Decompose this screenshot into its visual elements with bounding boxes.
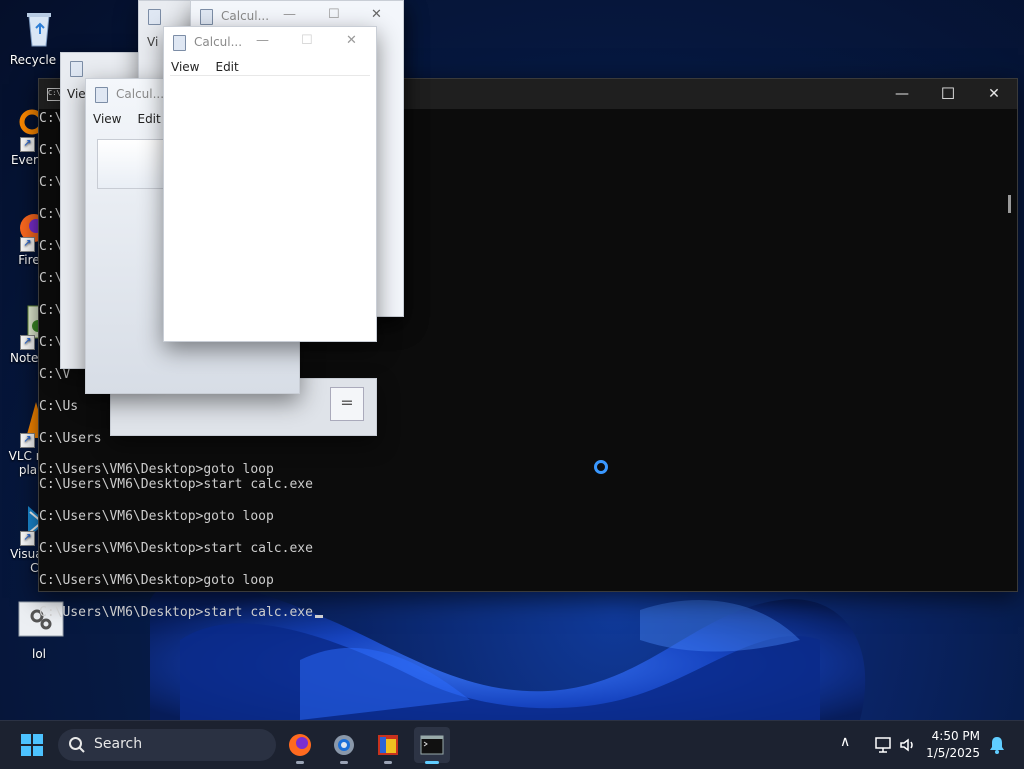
console-line: C:\Users [39, 431, 102, 446]
close-button[interactable]: ✕ [371, 7, 382, 22]
console-line: C:\V [39, 367, 71, 382]
clock-date[interactable]: 1/5/2025 [922, 746, 980, 760]
show-hidden-icons-button[interactable]: ∧ [840, 734, 850, 750]
start-button[interactable] [14, 727, 50, 763]
console-scrollbar[interactable] [1001, 109, 1017, 591]
close-button[interactable]: ✕ [971, 79, 1017, 109]
running-indicator [296, 761, 304, 764]
calculator-display [97, 139, 165, 189]
console-line: C:\Users\VM6\Desktop>goto loop [39, 509, 274, 524]
console-line-text: C:\Users\VM6\Desktop>start calc.exe [39, 605, 313, 620]
minimize-button[interactable]: — [879, 79, 925, 109]
calculator-icon [95, 87, 108, 103]
maximize-button[interactable]: ☐ [301, 33, 313, 48]
menu-view[interactable]: View [93, 112, 121, 126]
maximize-button[interactable]: ☐ [328, 7, 340, 22]
console-line: C:\Us [39, 399, 79, 414]
menu-edit[interactable]: Edit [215, 60, 238, 74]
minimize-button[interactable]: — [283, 7, 296, 22]
firefox-icon [289, 734, 311, 756]
maximize-button[interactable]: ☐ [925, 79, 971, 109]
search-icon [69, 737, 85, 753]
calculator-title: Calcul... [116, 87, 165, 101]
minimize-button[interactable]: — [256, 33, 269, 48]
running-indicator [384, 761, 392, 764]
shortcut-arrow-icon: ↗ [20, 531, 35, 546]
windows-logo-icon [21, 734, 43, 756]
running-indicator [340, 761, 348, 764]
menu-view[interactable]: View [171, 60, 199, 74]
shortcut-arrow-icon: ↗ [20, 335, 35, 350]
text-cursor [314, 615, 323, 618]
calculator-title: Calcul... [221, 9, 270, 23]
gear-icon [334, 735, 354, 755]
taskbar-search-box[interactable]: Search [58, 729, 276, 761]
calculator-menu-bar: View Edit [171, 60, 255, 74]
desktop-icon-label: lol [31, 647, 46, 661]
taskbar-app[interactable] [370, 727, 406, 764]
shortcut-arrow-icon: ↗ [20, 137, 35, 152]
calculator-icon [200, 9, 213, 25]
shortcut-arrow-icon: ↗ [20, 433, 35, 448]
taskbar-firefox[interactable] [282, 727, 318, 764]
calculator-icon [70, 61, 83, 77]
console-line: C:\Users\VM6\Desktop>start calc.exe [39, 605, 323, 621]
calculator-icon [148, 9, 161, 25]
taskbar: Search ∧ 4:50 PM 1/5/2025 [0, 720, 1024, 769]
terminal-icon [420, 735, 444, 755]
search-label: Search [94, 736, 143, 752]
calculator-icon [173, 35, 186, 51]
calculator-window-front[interactable]: Calcul... — ☐ ✕ View Edit [163, 26, 377, 342]
console-line: C:\Users\VM6\Desktop>goto loop [39, 462, 274, 477]
console-line: C:\Users\VM6\Desktop>goto loop [39, 573, 274, 588]
app-icon [378, 735, 398, 755]
taskbar-settings[interactable] [326, 727, 362, 764]
busy-cursor-icon [594, 460, 608, 474]
calculator-equals-key: = [330, 387, 364, 421]
taskbar-terminal[interactable] [414, 727, 450, 764]
scrollbar-thumb[interactable] [1008, 195, 1011, 213]
active-indicator [425, 761, 439, 764]
console-line: C:\Users\VM6\Desktop>start calc.exe [39, 541, 313, 556]
menu-divider [170, 75, 370, 76]
volume-icon[interactable] [898, 735, 918, 755]
network-icon[interactable] [874, 735, 894, 755]
notification-bell-icon[interactable] [988, 735, 1006, 755]
shortcut-arrow-icon: ↗ [20, 237, 35, 252]
console-line: C:\Users\VM6\Desktop>start calc.exe [39, 477, 313, 492]
calculator-titlebar[interactable]: Calcul... — ☐ ✕ [164, 27, 376, 57]
calculator-title: Calcul... [194, 35, 243, 49]
recycle-bin-icon [17, 6, 61, 50]
close-button[interactable]: ✕ [346, 33, 357, 48]
menu-edit[interactable]: Edit [137, 112, 160, 126]
calculator-menu-fragment: Vi [147, 35, 159, 49]
clock-time[interactable]: 4:50 PM [922, 729, 980, 743]
